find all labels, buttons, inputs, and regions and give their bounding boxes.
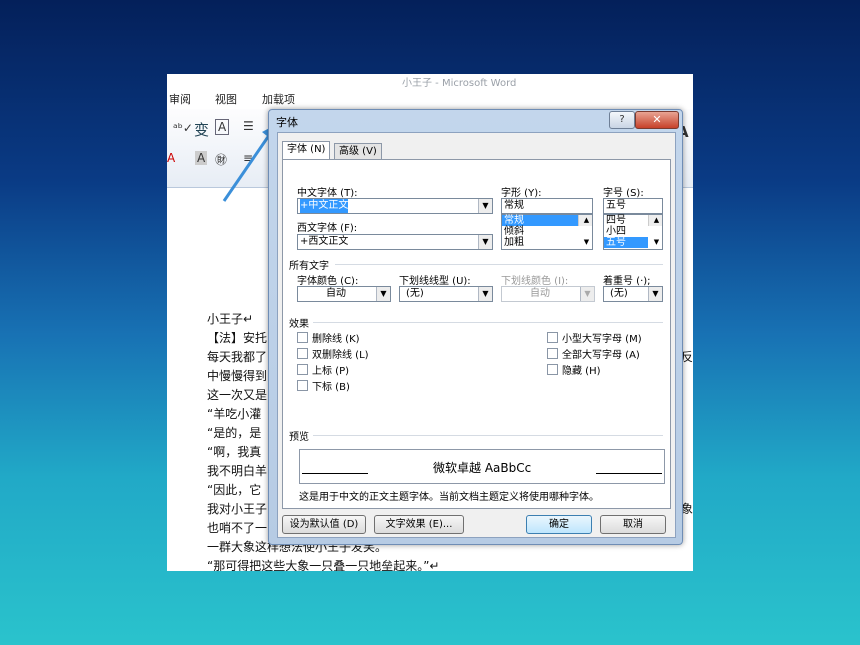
emphasis-select[interactable]: (无) ▼ xyxy=(603,286,663,302)
checkbox-label: 上标 (P) xyxy=(312,366,350,377)
preview-text: 微软卓越 AaBbCc xyxy=(433,461,532,475)
checkbox-label: 下标 (B) xyxy=(312,382,350,393)
underline-type-select[interactable]: (无) ▼ xyxy=(399,286,493,302)
help-button[interactable]: ? xyxy=(609,111,635,129)
all-caps-checkbox[interactable]: 全部大写字母 (A) xyxy=(547,346,640,361)
chinese-font-label: 中文字体 (T): xyxy=(297,188,358,199)
double-strikethrough-checkbox[interactable]: 双删除线 (L) xyxy=(297,346,369,361)
font-color-label: 字体颜色 (C): xyxy=(297,276,359,287)
tab-font[interactable]: 字体 (N) xyxy=(282,141,331,160)
size-input[interactable]: 五号 xyxy=(603,198,663,214)
dialog-content: 字体 (N) 高级 (V) 中文字体 (T): +中文正文 ▼ 西文字体 (F)… xyxy=(277,132,676,538)
hidden-checkbox[interactable]: 隐藏 (H) xyxy=(547,362,601,377)
small-caps-checkbox[interactable]: 小型大写字母 (M) xyxy=(547,330,642,345)
style-list[interactable]: 常规 倾斜 加粗 ▲ ▼ xyxy=(501,214,593,250)
preview-baseline xyxy=(596,473,662,474)
western-font-label: 西文字体 (F): xyxy=(297,223,358,234)
ok-button[interactable]: 确定 xyxy=(526,515,592,534)
underline-type-label: 下划线线型 (U): xyxy=(399,276,471,287)
checkbox-label: 小型大写字母 (M) xyxy=(562,334,642,345)
emphasis-value: (无) xyxy=(610,288,628,299)
underline-color-select: 自动 ▼ xyxy=(501,286,595,302)
font-color-value: 自动 xyxy=(326,288,346,299)
size-option[interactable]: 小四 xyxy=(604,226,662,237)
text-effects-button[interactable]: 文字效果 (E)... xyxy=(374,515,464,534)
tab-advanced[interactable]: 高级 (V) xyxy=(334,143,382,160)
chevron-down-icon[interactable]: ▼ xyxy=(648,287,662,301)
divider xyxy=(313,322,663,323)
size-list[interactable]: 四号 小四 五号 ▲ ▼ xyxy=(603,214,663,250)
style-label: 字形 (Y): xyxy=(501,188,542,199)
underline-color-value: 自动 xyxy=(530,288,550,299)
preview-box: 微软卓越 AaBbCc xyxy=(299,449,665,484)
checkbox-label: 删除线 (K) xyxy=(312,334,360,345)
chinese-font-select[interactable]: +中文正文 ▼ xyxy=(297,198,493,214)
font-dialog: 字体 ? ✕ 字体 (N) 高级 (V) 中文字体 (T): +中文正文 ▼ 西… xyxy=(268,109,683,545)
preview-label: 预览 xyxy=(289,432,309,443)
subscript-checkbox[interactable]: 下标 (B) xyxy=(297,378,350,393)
cancel-button[interactable]: 取消 xyxy=(600,515,666,534)
scrollbar[interactable]: ▲ ▼ xyxy=(578,215,592,246)
divider xyxy=(313,435,663,436)
underline-color-label: 下划线颜色 (I): xyxy=(501,276,569,287)
chevron-down-icon[interactable]: ▼ xyxy=(478,199,492,213)
close-button[interactable]: ✕ xyxy=(635,111,679,129)
divider xyxy=(335,264,663,265)
chevron-down-icon[interactable]: ▼ xyxy=(376,287,390,301)
font-color-select[interactable]: 自动 ▼ xyxy=(297,286,391,302)
dialog-title: 字体 xyxy=(276,116,298,129)
style-value: 常规 xyxy=(504,200,524,211)
chinese-font-value: +中文正文 xyxy=(300,199,349,213)
preview-baseline xyxy=(302,473,368,474)
underline-type-value: (无) xyxy=(406,288,424,299)
all-text-label: 所有文字 xyxy=(289,261,329,272)
checkbox-label: 双删除线 (L) xyxy=(312,350,369,361)
font-tab-panel: 中文字体 (T): +中文正文 ▼ 西文字体 (F): +西文正文 ▼ 字形 (… xyxy=(282,159,671,509)
chevron-down-icon[interactable]: ▼ xyxy=(478,287,492,301)
scrollbar[interactable]: ▲ ▼ xyxy=(648,215,662,246)
style-option[interactable]: 加粗 xyxy=(502,237,592,248)
size-option[interactable]: 五号 xyxy=(604,237,648,248)
checkbox-label: 隐藏 (H) xyxy=(562,366,601,377)
size-value: 五号 xyxy=(606,200,626,211)
checkbox-label: 全部大写字母 (A) xyxy=(562,350,640,361)
effects-label: 效果 xyxy=(289,319,309,330)
western-font-value: +西文正文 xyxy=(300,236,349,247)
chevron-down-icon[interactable]: ▼ xyxy=(478,235,492,249)
style-input[interactable]: 常规 xyxy=(501,198,593,214)
size-label: 字号 (S): xyxy=(603,188,644,199)
style-option[interactable]: 倾斜 xyxy=(502,226,592,237)
superscript-checkbox[interactable]: 上标 (P) xyxy=(297,362,349,377)
emphasis-label: 着重号 (·); xyxy=(603,276,651,287)
strikethrough-checkbox[interactable]: 删除线 (K) xyxy=(297,330,360,345)
theme-font-note: 这是用于中文的正文主题字体。当前文档主题定义将使用哪种字体。 xyxy=(299,492,599,503)
chevron-down-icon: ▼ xyxy=(580,287,594,301)
style-option[interactable]: 常规 xyxy=(502,215,578,226)
western-font-select[interactable]: +西文正文 ▼ xyxy=(297,234,493,250)
set-default-button[interactable]: 设为默认值 (D) xyxy=(282,515,366,534)
